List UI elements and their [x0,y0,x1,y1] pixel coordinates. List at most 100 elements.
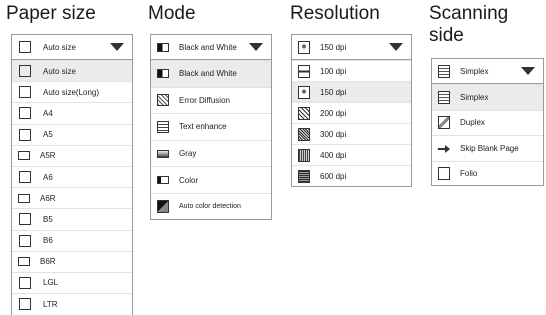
black-and-white-icon [157,69,169,79]
dpi-100-icon [298,64,310,78]
option-label: LGL [43,278,59,288]
paper-size-option[interactable]: A5 [12,123,132,145]
mode-option[interactable]: Black and White [151,60,271,87]
resolution-option[interactable]: 100 dpi [292,60,411,81]
portrait-page-icon [19,234,31,247]
simplex-icon [438,90,450,104]
paper-size-option[interactable]: B6 [12,229,132,251]
option-label: Black and White [179,69,237,79]
option-label: 100 dpi [320,66,347,76]
paper-size-option[interactable]: A6R [12,187,132,208]
paper-size-option[interactable]: B6R [12,250,132,272]
folio-icon [438,167,450,181]
paper-size-option[interactable]: A6 [12,165,132,187]
option-label: A5R [40,151,56,161]
mode-select[interactable]: Black and White [151,35,271,60]
paper-size-title: Paper size [6,3,96,24]
portrait-page-icon [19,213,31,226]
option-label: Color [179,175,199,185]
option-label: Simplex [460,92,489,102]
landscape-page-icon [18,193,30,203]
paper-size-option[interactable]: B5 [12,208,132,229]
dpi-200-icon [298,106,310,120]
portrait-page-icon [19,107,31,120]
mode-dropdown[interactable]: Black and White Black and White Error Di… [150,34,272,220]
mode-option[interactable]: Error Diffusion [151,86,271,114]
paper-size-option[interactable]: A5R [12,144,132,166]
dpi-150-icon [298,40,310,54]
option-label: 150 dpi [320,87,347,97]
dpi-300-icon [298,127,310,141]
scanning-side-option[interactable]: Skip Blank Page [432,135,543,161]
portrait-page-icon [19,65,31,78]
option-label: A5 [43,130,53,140]
error-diffusion-icon [157,94,169,107]
paper-size-option[interactable]: Auto size [12,60,132,82]
dpi-600-icon [298,169,310,183]
portrait-page-icon [19,298,31,311]
scanning-side-option[interactable]: Folio [432,160,543,187]
paper-size-select[interactable]: Auto size [12,35,132,60]
chevron-down-icon[interactable] [249,43,263,51]
scanning-side-title-line1: Scanning [429,3,509,24]
resolution-selected-value: 150 dpi [320,42,347,52]
option-label: B6R [40,257,56,267]
option-label: 600 dpi [320,171,347,181]
scanning-side-select[interactable]: Simplex [432,59,543,84]
option-label: Error Diffusion [179,95,230,105]
resolution-select[interactable]: 150 dpi [292,35,411,60]
option-label: LTR [43,299,58,309]
simplex-icon [438,64,450,78]
option-label: B5 [43,214,53,224]
option-label: Folio [460,169,478,179]
portrait-page-icon [19,41,31,53]
mode-title: Mode [148,3,196,24]
text-enhance-icon [157,120,169,133]
mode-option[interactable]: Gray [151,139,271,167]
paper-size-option[interactable]: LGL [12,271,132,293]
landscape-page-icon [18,257,30,267]
black-and-white-icon [157,42,169,52]
resolution-title: Resolution [290,3,380,24]
option-label: A6 [43,172,53,182]
resolution-option[interactable]: 400 dpi [292,144,411,165]
resolution-option[interactable]: 200 dpi [292,102,411,123]
option-label: A6R [40,193,56,203]
mode-option[interactable]: Auto color detection [151,192,271,220]
resolution-option[interactable]: 150 dpi [292,81,411,102]
resolution-option[interactable]: 600 dpi [292,165,411,186]
scanning-side-dropdown[interactable]: Simplex Simplex Duplex Skip Blank Page F… [431,58,544,186]
option-label: Auto size(Long) [43,87,100,97]
landscape-page-icon [18,151,30,161]
paper-size-option[interactable]: LTR [12,293,132,314]
paper-size-option[interactable]: A4 [12,102,132,123]
scanning-side-title-line2: side [429,25,464,46]
mode-selected-value: Black and White [179,42,237,52]
chevron-down-icon[interactable] [521,67,535,75]
mode-option[interactable]: Text enhance [151,113,271,140]
auto-color-icon [157,200,169,214]
paper-size-option[interactable]: Auto size(Long) [12,81,132,102]
gray-icon [157,149,169,158]
portrait-page-icon [19,128,31,141]
scanning-side-option[interactable]: Simplex [432,84,543,110]
skip-blank-page-icon [438,144,450,153]
resolution-option[interactable]: 300 dpi [292,123,411,144]
resolution-dropdown[interactable]: 150 dpi 100 dpi 150 dpi 200 dpi 300 dpi … [291,34,412,187]
portrait-page-icon [19,276,31,289]
chevron-down-icon[interactable] [389,43,403,51]
option-label: Auto size [43,66,76,76]
option-label: 300 dpi [320,129,347,139]
paper-size-dropdown[interactable]: Auto size Auto size Auto size(Long) A4 A… [11,34,133,315]
option-label: A4 [43,108,53,118]
option-label: Gray [179,149,197,159]
scanning-side-option[interactable]: Duplex [432,109,543,136]
option-label: B6 [43,236,53,246]
portrait-page-icon [19,171,31,184]
portrait-page-icon [19,86,31,99]
dpi-400-icon [298,148,310,162]
mode-option[interactable]: Color [151,166,271,193]
scanning-side-selected-value: Simplex [460,66,489,76]
chevron-down-icon[interactable] [110,43,124,51]
option-label: Duplex [460,118,485,128]
